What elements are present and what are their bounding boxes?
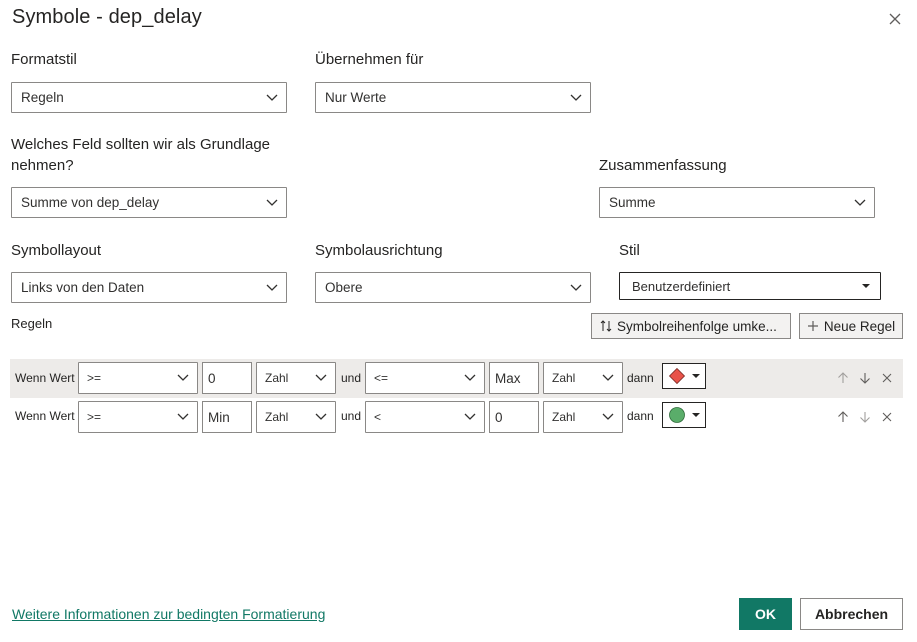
rule-2-and-label: und xyxy=(341,409,362,423)
rule-2-operator2-dropdown[interactable]: < xyxy=(365,401,485,433)
apply-to-value: Nur Werte xyxy=(325,90,387,105)
reverse-icon-order-button[interactable]: Symbolreihenfolge umke... xyxy=(591,313,791,339)
arrow-down-icon[interactable] xyxy=(857,409,873,425)
rule-2-type2-value: Zahl xyxy=(552,410,576,424)
rule-2-type2-dropdown[interactable]: Zahl xyxy=(543,401,623,433)
base-field-label-line1: Welches Feld sollten wir als Grundlage xyxy=(11,136,271,153)
style-label: Stil xyxy=(619,242,640,259)
caret-down-icon xyxy=(692,412,700,418)
new-rule-button[interactable]: Neue Regel xyxy=(799,313,903,339)
base-field-value: Summe von dep_delay xyxy=(21,195,160,210)
chevron-down-icon xyxy=(456,363,484,393)
plus-icon xyxy=(807,320,819,332)
format-style-label: Formatstil xyxy=(11,51,77,68)
chevron-down-icon xyxy=(169,363,197,393)
rule-1-type2-value: Zahl xyxy=(552,371,576,385)
learn-more-link[interactable]: Weitere Informationen zur bedingten Form… xyxy=(12,606,325,622)
rule-1-value1-input[interactable]: 0 xyxy=(202,362,252,394)
chevron-down-icon xyxy=(846,188,874,217)
rule-1-value2-input[interactable]: Max xyxy=(489,362,539,394)
arrow-down-icon[interactable] xyxy=(857,370,873,386)
style-dropdown[interactable]: Benutzerdefiniert xyxy=(619,272,881,300)
rule-2-value1-input[interactable]: Min xyxy=(202,401,252,433)
rule-1-operator2-value: <= xyxy=(374,371,389,385)
red-diamond-icon xyxy=(668,367,686,385)
reverse-icon-order-label: Symbolreihenfolge umke... xyxy=(617,318,777,334)
icon-layout-label: Symbollayout xyxy=(11,242,102,259)
new-rule-label: Neue Regel xyxy=(823,318,896,334)
sort-arrows-icon xyxy=(600,319,612,333)
delete-rule-icon[interactable] xyxy=(879,370,895,386)
close-icon[interactable] xyxy=(884,8,906,30)
ok-button[interactable]: OK xyxy=(739,598,792,630)
rule-1-operator2-dropdown[interactable]: <= xyxy=(365,362,485,394)
chevron-down-icon xyxy=(594,363,622,393)
chevron-down-icon xyxy=(258,83,286,112)
chevron-down-icon xyxy=(307,363,335,393)
chevron-down-icon xyxy=(562,273,590,302)
arrow-up-icon[interactable] xyxy=(835,370,851,386)
style-value: Benutzerdefiniert xyxy=(632,278,731,294)
rule-2-then-label: dann xyxy=(627,409,654,423)
rule-1-icon-picker[interactable] xyxy=(662,363,706,389)
rule-2-operator1-value: >= xyxy=(87,410,102,424)
green-circle-icon xyxy=(668,406,686,424)
base-field-label-line2: nehmen? xyxy=(11,157,74,174)
rule-2-operator2-value: < xyxy=(374,410,382,424)
caret-down-icon xyxy=(692,373,700,379)
icon-alignment-value: Obere xyxy=(325,280,363,295)
rule-1-type2-dropdown[interactable]: Zahl xyxy=(543,362,623,394)
chevron-down-icon xyxy=(562,83,590,112)
chevron-down-icon xyxy=(594,402,622,432)
format-style-value: Regeln xyxy=(21,90,64,105)
format-style-dropdown[interactable]: Regeln xyxy=(11,82,287,113)
rule-2-icon-picker[interactable] xyxy=(662,402,706,428)
apply-to-label: Übernehmen für xyxy=(315,51,424,68)
rule-1-and-label: und xyxy=(341,371,362,385)
rule-2-type1-value: Zahl xyxy=(265,410,289,424)
icon-alignment-label: Symbolausrichtung xyxy=(315,242,443,259)
chevron-down-icon xyxy=(169,402,197,432)
icon-layout-value: Links von den Daten xyxy=(21,280,145,295)
rules-label: Regeln xyxy=(11,316,53,331)
rule-2-if-label: Wenn Wert xyxy=(15,409,75,423)
rule-2-value2-input[interactable]: 0 xyxy=(489,401,539,433)
cancel-button[interactable]: Abbrechen xyxy=(800,598,903,630)
dialog-title: Symbole - dep_delay xyxy=(12,6,202,28)
rule-1-then-label: dann xyxy=(627,371,654,385)
base-field-dropdown[interactable]: Summe von dep_delay xyxy=(11,187,287,218)
icon-alignment-dropdown[interactable]: Obere xyxy=(315,272,591,303)
rule-1-type1-dropdown[interactable]: Zahl xyxy=(256,362,336,394)
delete-rule-icon[interactable] xyxy=(879,409,895,425)
chevron-down-icon xyxy=(258,188,286,217)
chevron-down-icon xyxy=(307,402,335,432)
rule-2-operator1-dropdown[interactable]: >= xyxy=(78,401,198,433)
rule-1-operator1-value: >= xyxy=(87,371,102,385)
arrow-up-icon[interactable] xyxy=(835,409,851,425)
summary-dropdown[interactable]: Summe xyxy=(599,187,875,218)
icon-layout-dropdown[interactable]: Links von den Daten xyxy=(11,272,287,303)
rule-1-operator1-dropdown[interactable]: >= xyxy=(78,362,198,394)
rule-1-type1-value: Zahl xyxy=(265,371,289,385)
summary-value: Summe xyxy=(609,195,656,210)
rule-1-if-label: Wenn Wert xyxy=(15,371,75,385)
caret-down-icon xyxy=(852,273,880,299)
apply-to-dropdown[interactable]: Nur Werte xyxy=(315,82,591,113)
summary-label: Zusammenfassung xyxy=(599,157,727,174)
chevron-down-icon xyxy=(258,273,286,302)
chevron-down-icon xyxy=(456,402,484,432)
rule-2-type1-dropdown[interactable]: Zahl xyxy=(256,401,336,433)
